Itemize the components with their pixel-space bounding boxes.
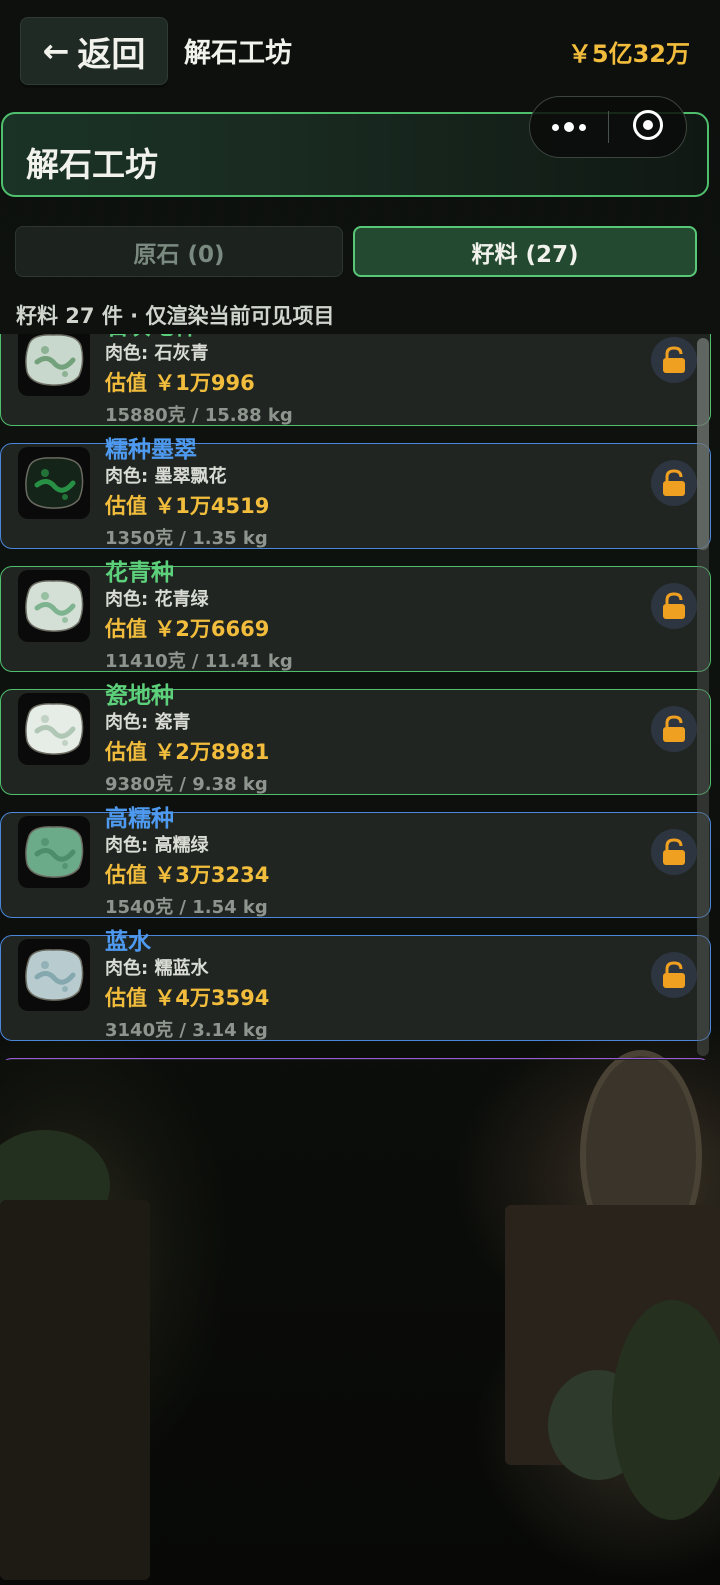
item-name: 糯种墨翠 [105, 437, 197, 463]
stone-thumbnail [18, 334, 90, 396]
lock-toggle-button[interactable] [651, 706, 697, 752]
background-table [0, 1200, 150, 1580]
stone-thumbnail [18, 447, 90, 519]
stone-thumbnail [18, 570, 90, 642]
unlock-icon [663, 961, 685, 988]
back-button[interactable]: ← 返回 [20, 17, 168, 85]
lock-toggle-button[interactable] [651, 583, 697, 629]
lock-toggle-button[interactable] [651, 460, 697, 506]
item-name: 高糯种 [105, 806, 174, 832]
item-flesh-color: 肉色: 墨翠飘花 [105, 466, 227, 487]
item-flesh-color: 肉色: 花青绿 [105, 589, 209, 610]
item-weight: 9380克 / 9.38 kg [105, 774, 268, 795]
list-item[interactable]: 蓝水 肉色: 糯蓝水 估值 ￥4万3594 3140克 / 3.14 kg [0, 929, 711, 1041]
item-value: 估值 ￥4万3594 [105, 986, 270, 1010]
unlock-icon [663, 715, 685, 742]
unlock-icon [663, 346, 685, 373]
item-value: 估值 ￥2万6669 [105, 617, 270, 641]
jade-stone-icon [25, 703, 84, 755]
item-flesh-color: 肉色: 高糯绿 [105, 835, 209, 856]
item-weight: 11410克 / 11.41 kg [105, 651, 293, 672]
page-title: 解石工坊 [184, 38, 292, 69]
back-label: 返回 [77, 34, 146, 75]
lock-toggle-button[interactable] [651, 829, 697, 875]
lock-toggle-button[interactable] [651, 952, 697, 998]
jade-stone-icon [25, 826, 84, 878]
stone-thumbnail [18, 939, 90, 1011]
item-name: 蓝水 [105, 929, 151, 955]
item-value: 估值 ￥2万8981 [105, 740, 270, 764]
jade-stone-icon [25, 457, 84, 509]
list-item[interactable]: 高糯种 肉色: 高糯绿 估值 ￥3万3234 1540克 / 1.54 kg [0, 806, 711, 918]
unlock-icon [663, 592, 685, 619]
item-weight: 1350克 / 1.35 kg [105, 528, 268, 549]
target-circle-icon[interactable] [633, 110, 663, 140]
arrow-left-icon: ← [42, 32, 70, 70]
stone-thumbnail [18, 816, 90, 888]
unlock-icon [663, 838, 685, 865]
item-flesh-color: 肉色: 石灰青 [105, 343, 209, 364]
jade-stone-icon [25, 949, 84, 1001]
item-weight: 15880克 / 15.88 kg [105, 405, 293, 426]
item-value: 估值 ￥1万996 [105, 371, 255, 395]
item-value: 估值 ￥1万4519 [105, 494, 270, 518]
item-flesh-color: 肉色: 瓷青 [105, 712, 191, 733]
panel-title: 解石工坊 [26, 145, 158, 184]
jade-stone-icon [25, 580, 84, 632]
item-weight: 1540克 / 1.54 kg [105, 897, 268, 918]
list-item[interactable]: 糯种墨翠 肉色: 墨翠飘花 估值 ￥1万4519 1350克 / 1.35 kg [0, 437, 711, 549]
miniprogram-capsule [529, 96, 687, 158]
balance-display: ￥5亿32万 [567, 40, 690, 68]
stone-thumbnail [18, 693, 90, 765]
background-stone [612, 1300, 720, 1520]
more-dots-icon[interactable] [530, 97, 608, 157]
tab-raw-stone[interactable]: 原石 (0) [15, 226, 343, 277]
scrollbar-thumb[interactable] [697, 338, 709, 550]
list-item[interactable] [0, 1058, 711, 1060]
item-name: 花青种 [105, 560, 174, 586]
item-weight: 3140克 / 3.14 kg [105, 1020, 268, 1041]
list-item[interactable]: 石灰地种 肉色: 石灰青 估值 ￥1万996 15880克 / 15.88 kg [0, 334, 711, 426]
item-value: 估值 ￥3万3234 [105, 863, 270, 887]
list-item[interactable]: 花青种 肉色: 花青绿 估值 ￥2万6669 11410克 / 11.41 kg [0, 560, 711, 672]
item-list[interactable]: 石灰地种 肉色: 石灰青 估值 ￥1万996 15880克 / 15.88 kg… [0, 334, 711, 1060]
jade-stone-icon [25, 334, 84, 386]
unlock-icon [663, 469, 685, 496]
list-item[interactable]: 瓷地种 肉色: 瓷青 估值 ￥2万8981 9380克 / 9.38 kg [0, 683, 711, 795]
lock-toggle-button[interactable] [651, 337, 697, 383]
item-name: 瓷地种 [105, 683, 174, 709]
item-flesh-color: 肉色: 糯蓝水 [105, 958, 209, 979]
list-summary: 籽料 27 件 · 仅渲染当前可见项目 [16, 304, 335, 328]
capsule-divider [608, 111, 609, 143]
tab-seed-material[interactable]: 籽料 (27) [353, 226, 697, 277]
